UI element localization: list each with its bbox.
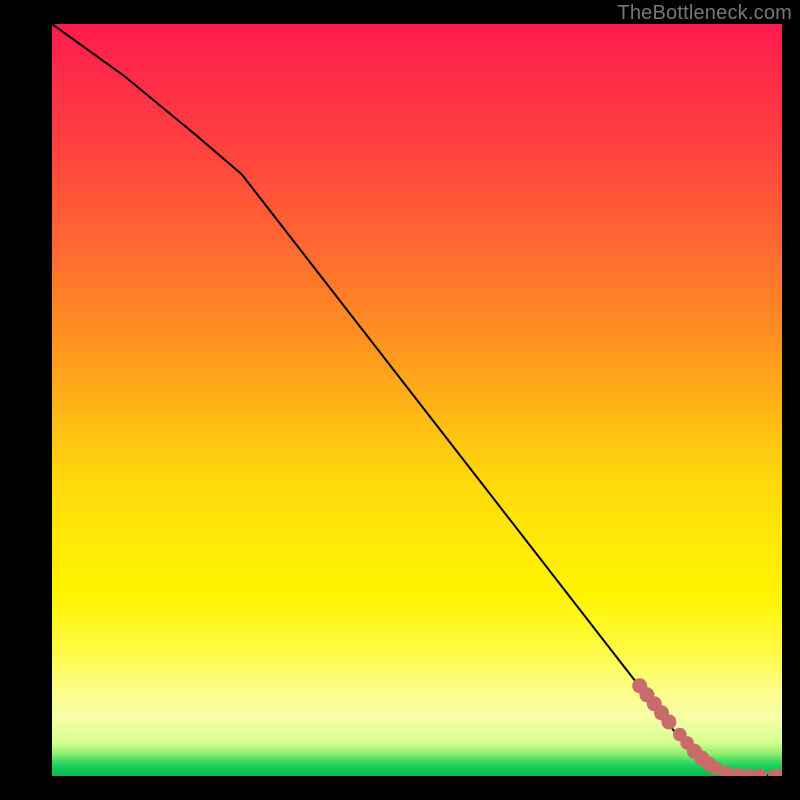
data-point (753, 769, 767, 776)
chart-overlay (52, 24, 782, 776)
plot-area (52, 24, 782, 776)
data-point (661, 714, 676, 729)
highlighted-points (632, 678, 782, 776)
chart-frame: TheBottleneck.com (0, 0, 800, 800)
attribution-label: TheBottleneck.com (617, 2, 792, 25)
bottleneck-curve (52, 24, 782, 776)
